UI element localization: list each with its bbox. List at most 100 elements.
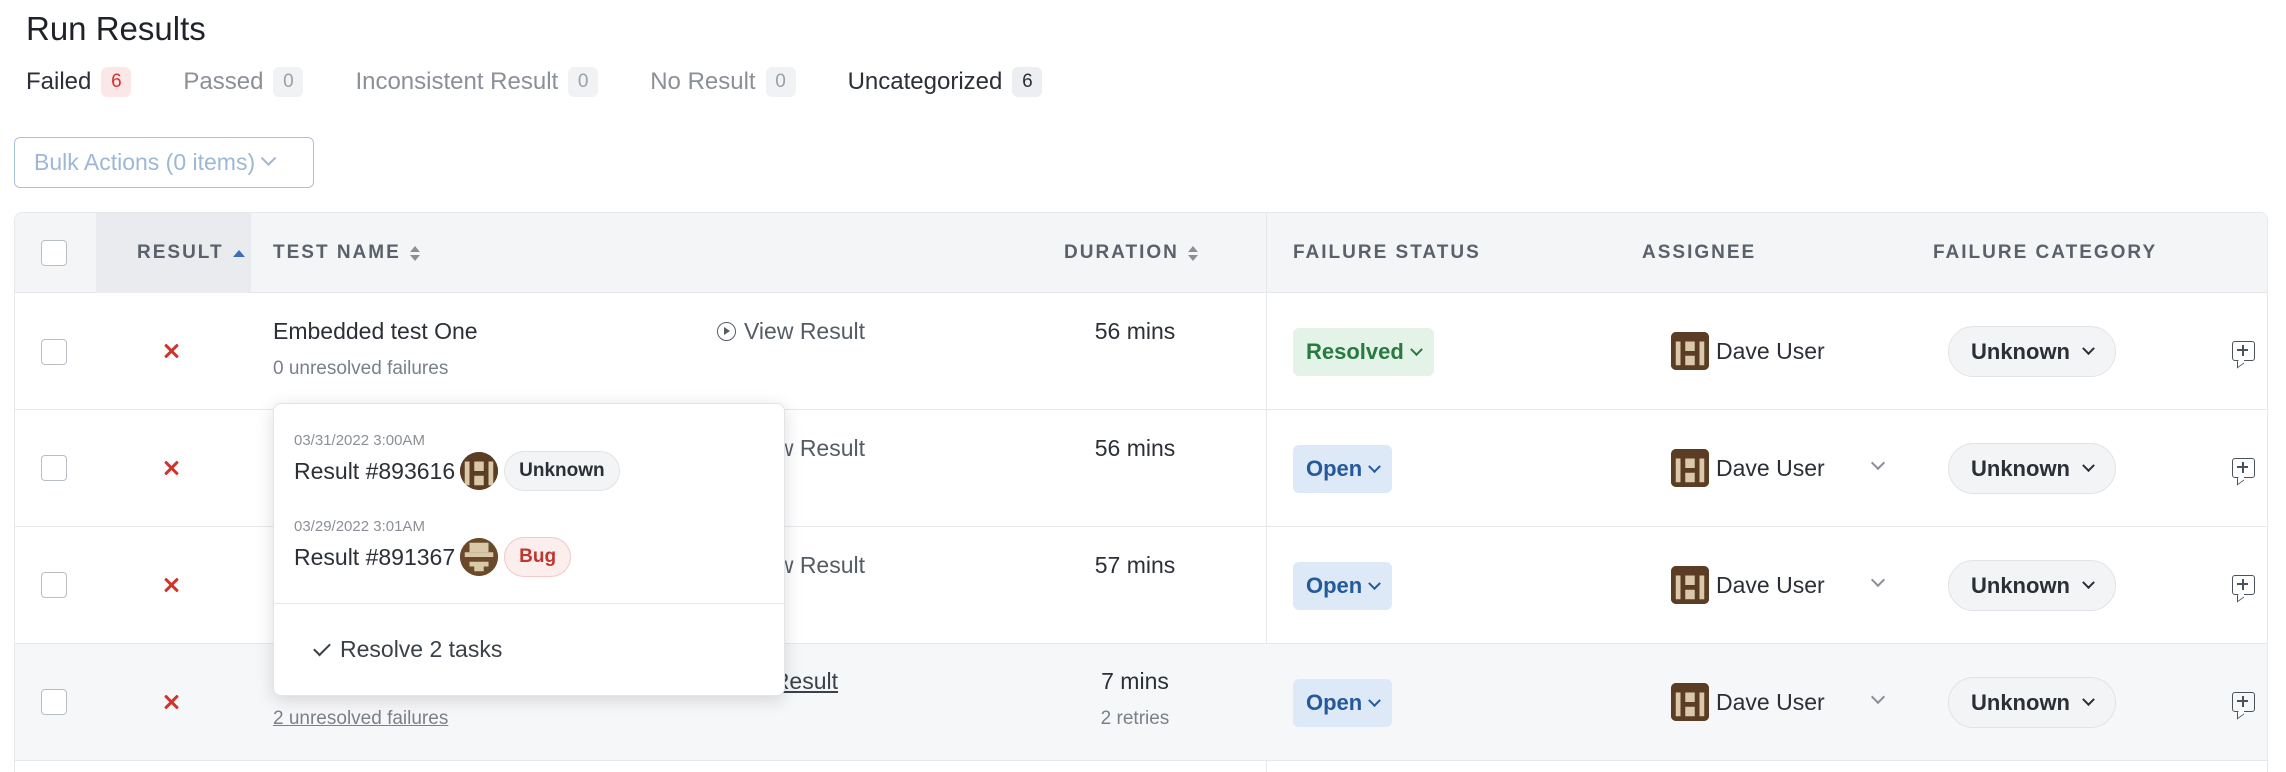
test-name[interactable]: Embedded test One [273, 318, 478, 345]
chevron-down-icon [260, 150, 277, 167]
column-label: RESULT [137, 242, 224, 263]
bulk-actions-label: Bulk Actions (0 items) [34, 149, 256, 175]
category-pill: Bug [504, 537, 572, 577]
assignee-name: Dave User [1716, 571, 1825, 598]
play-circle-icon [717, 322, 736, 341]
column-label: TEST NAME [273, 242, 401, 263]
add-comment-icon[interactable] [2232, 692, 2255, 712]
failure-status-dropdown[interactable]: Resolved [1293, 328, 1434, 376]
failure-category-dropdown[interactable]: Unknown [1948, 677, 2116, 728]
failure-status-dropdown[interactable]: Open [1293, 562, 1393, 610]
tab-count-badge: 0 [765, 67, 796, 97]
avatar [1671, 449, 1709, 487]
failure-status-dropdown[interactable]: Open [1293, 445, 1393, 493]
duration-value: 56 mins [1094, 318, 1176, 344]
failure-item[interactable]: Result #893616 Unknown [294, 451, 620, 491]
table-row: Embedded test One 0 unresolved failures … [15, 293, 2267, 410]
failure-item[interactable]: Result #891367 Bug [294, 537, 572, 577]
view-result-link[interactable]: View Result [717, 318, 865, 345]
chevron-down-icon [1368, 693, 1382, 707]
chevron-down-icon [1368, 459, 1382, 473]
tab-inconsistent-result[interactable]: Inconsistent Result 0 [355, 67, 599, 97]
column-header-duration[interactable]: DURATION [1064, 213, 1198, 293]
result-id: Result #893616 [294, 457, 456, 484]
tab-label: Inconsistent Result [355, 68, 559, 95]
assignee[interactable]: Dave User [1671, 449, 1825, 487]
failed-x-icon [161, 341, 181, 361]
failed-x-icon [161, 692, 181, 712]
duration-value: 57 mins [1094, 552, 1176, 578]
bulk-actions-button[interactable]: Bulk Actions (0 items) [14, 137, 314, 188]
result-tabs: Failed 6 Passed 0 Inconsistent Result 0 … [26, 64, 1094, 100]
sort-icon [409, 245, 420, 261]
chevron-down-icon [2082, 693, 2095, 707]
chevron-down-icon [2082, 459, 2095, 473]
tab-label: Uncategorized [847, 68, 1003, 95]
page-title: Run Results [26, 10, 206, 47]
chevron-down-icon [1368, 576, 1382, 590]
resolve-tasks-button[interactable]: Resolve 2 tasks [313, 636, 502, 663]
row-checkbox[interactable] [41, 572, 67, 598]
select-all-checkbox[interactable] [41, 240, 67, 266]
column-header-result[interactable]: RESULT [96, 213, 251, 293]
sort-icon [1187, 245, 1198, 261]
row-checkbox[interactable] [41, 455, 67, 481]
failure-status-dropdown[interactable]: Open [1293, 679, 1393, 727]
tab-failed[interactable]: Failed 6 [26, 67, 132, 97]
assignee[interactable]: Dave User [1671, 683, 1825, 721]
avatar [1671, 332, 1709, 370]
chevron-down-icon [1409, 342, 1423, 356]
add-comment-icon[interactable] [2232, 575, 2255, 595]
unresolved-failures-popover: 03/31/2022 3:00AM Result #893616 Unknown… [273, 403, 785, 696]
tab-no-result[interactable]: No Result 0 [650, 67, 796, 97]
failure-category-dropdown[interactable]: Unknown [1948, 560, 2116, 611]
tab-label: Passed [183, 68, 264, 95]
category-label: Unknown [1971, 338, 2070, 364]
unresolved-failures-text: 0 unresolved failures [273, 358, 449, 379]
column-header-test-name[interactable]: TEST NAME [273, 213, 420, 293]
column-header-failure-status: FAILURE STATUS [1293, 242, 1481, 263]
row-checkbox[interactable] [41, 689, 67, 715]
retries-value: 2 retries [1100, 708, 1170, 729]
assignee[interactable]: Dave User [1671, 566, 1825, 604]
popover-divider [274, 603, 784, 604]
status-label: Resolved [1306, 339, 1404, 364]
tab-count-badge: 6 [1012, 67, 1043, 97]
avatar [460, 452, 499, 490]
failed-x-icon [161, 575, 181, 595]
chevron-down-icon[interactable] [1870, 572, 1886, 588]
failure-category-dropdown[interactable]: Unknown [1948, 326, 2116, 377]
tab-passed[interactable]: Passed 0 [183, 67, 304, 97]
failure-category-dropdown[interactable]: Unknown [1948, 443, 2116, 494]
avatar [460, 538, 499, 576]
duration-value: 56 mins [1094, 435, 1176, 461]
avatar [1671, 683, 1709, 721]
chevron-down-icon[interactable] [1870, 689, 1886, 705]
view-result-label: View Result [744, 318, 866, 344]
row-checkbox[interactable] [41, 339, 67, 365]
tab-count-badge: 6 [101, 67, 132, 97]
avatar [1671, 566, 1709, 604]
add-comment-icon[interactable] [2232, 458, 2255, 478]
failure-date: 03/31/2022 3:00AM [294, 432, 425, 449]
check-icon [313, 638, 331, 656]
column-header-assignee: ASSIGNEE [1642, 242, 1757, 263]
status-label: Open [1306, 690, 1363, 715]
tab-label: No Result [650, 68, 756, 95]
chevron-down-icon [2082, 576, 2095, 590]
assignee[interactable]: Dave User [1671, 332, 1825, 370]
category-label: Unknown [1971, 572, 2070, 598]
tab-uncategorized[interactable]: Uncategorized 6 [848, 67, 1043, 97]
column-label: DURATION [1064, 242, 1179, 263]
sort-ascending-icon [232, 249, 245, 257]
add-comment-icon[interactable] [2232, 341, 2255, 361]
chevron-down-icon[interactable] [1870, 455, 1886, 471]
chevron-down-icon [2082, 342, 2095, 356]
result-id: Result #891367 [294, 543, 456, 570]
tab-label: Failed [26, 68, 92, 95]
category-label: Unknown [1971, 455, 2070, 481]
tab-count-badge: 0 [273, 67, 304, 97]
assignee-name: Dave User [1716, 454, 1825, 481]
column-header-failure-category: FAILURE CATEGORY [1933, 242, 2158, 263]
unresolved-failures-link[interactable]: 2 unresolved failures [273, 708, 448, 730]
